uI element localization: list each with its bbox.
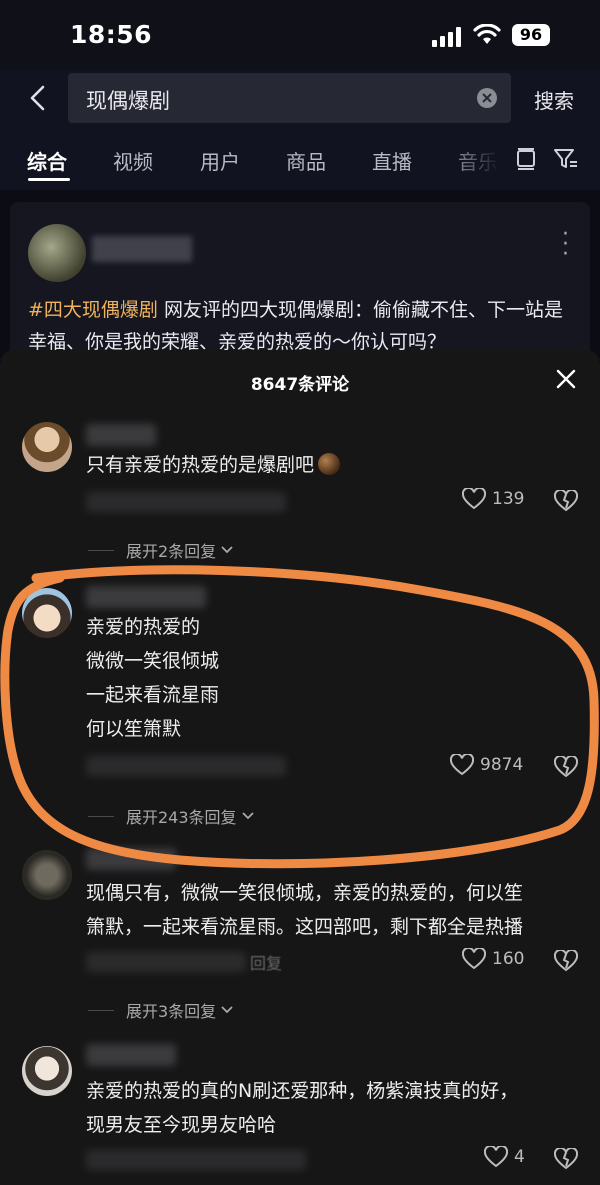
dislike-icon[interactable] — [554, 1148, 578, 1170]
tab-fade-overlay — [440, 130, 500, 190]
tab-comprehensive[interactable]: 综合 — [27, 146, 67, 175]
dislike-icon[interactable] — [554, 490, 578, 512]
reply-link[interactable]: 回复 — [250, 950, 282, 974]
post-text: #四大现偶爆剧 网友评的四大现偶爆剧：偷偷藏不住、下一站是幸福、你是我的荣耀、亲… — [28, 294, 568, 358]
wifi-icon — [473, 24, 501, 44]
clear-icon[interactable] — [477, 88, 497, 108]
like-button[interactable]: 160 — [462, 948, 524, 970]
search-button[interactable]: 搜索 — [534, 85, 574, 114]
close-icon[interactable] — [556, 369, 576, 389]
comments-count-title: 8647条评论 — [250, 375, 350, 395]
like-count: 139 — [492, 489, 525, 509]
heart-icon — [484, 1146, 508, 1168]
tab-products[interactable]: 商品 — [286, 146, 326, 175]
avatar[interactable] — [22, 1046, 72, 1096]
post-card[interactable]: · · · #四大现偶爆剧 网友评的四大现偶爆剧：偷偷藏不住、下一站是幸福、你是我的… — [10, 202, 590, 362]
blurred-username — [86, 1044, 176, 1066]
like-count: 4 — [514, 1147, 525, 1167]
orange-highlight-annotation — [0, 565, 599, 869]
chevron-down-icon — [221, 546, 233, 554]
search-result-post[interactable]: · · · #四大现偶爆剧 网友评的四大现偶爆剧：偷偷藏不住、下一站是幸福、你是我的… — [0, 190, 600, 362]
comment-text: 亲爱的热爱的真的N刷还爱那种，杨紫演技真的好， 现男友至今现男友哈哈 — [86, 1080, 519, 1136]
avatar[interactable] — [28, 224, 86, 282]
like-button[interactable]: 139 — [462, 488, 524, 510]
like-count: 160 — [492, 949, 525, 969]
expand-replies-button[interactable]: 展开2条回复 — [88, 538, 234, 562]
like-button[interactable]: 4 — [484, 1146, 525, 1168]
divider-line — [88, 1009, 114, 1011]
tab-live[interactable]: 直播 — [372, 146, 412, 175]
back-icon[interactable] — [26, 84, 50, 112]
heart-icon — [462, 488, 486, 510]
signal-icon — [432, 27, 464, 47]
divider-line — [88, 549, 114, 551]
blurred-comment-meta — [86, 492, 286, 512]
tab-video[interactable]: 视频 — [113, 146, 153, 175]
tab-bar: 综合 视频 用户 商品 直播 音乐 — [0, 130, 600, 190]
filter-icon[interactable] — [553, 147, 579, 171]
expand-replies-button[interactable]: 展开3条回复 — [88, 998, 234, 1022]
hashtag-link[interactable]: #四大现偶爆剧 — [28, 299, 158, 321]
blurred-username — [92, 236, 192, 262]
search-input[interactable]: 现偶爆剧 — [68, 73, 511, 123]
comment-text: 现偶只有，微微一笑很倾城，亲爱的热爱的，何以笙 箫默，一起来看流星雨。这四部吧，… — [86, 882, 524, 938]
heart-icon — [462, 948, 486, 970]
blurred-username — [86, 424, 156, 446]
status-bar: 18:56 96 — [0, 0, 600, 70]
active-tab-indicator — [28, 178, 70, 181]
tab-list-icon[interactable] — [515, 147, 537, 171]
tab-users[interactable]: 用户 — [200, 146, 240, 175]
avatar[interactable] — [22, 422, 72, 472]
chevron-down-icon — [221, 1006, 233, 1014]
search-query[interactable]: 现偶爆剧 — [86, 85, 170, 115]
comment-text: 只有亲爱的热爱的是爆剧吧 — [86, 448, 341, 482]
more-icon[interactable]: · · · — [562, 224, 569, 266]
blurred-comment-meta — [86, 952, 246, 972]
blurred-comment-meta — [86, 1150, 306, 1170]
battery-indicator: 96 — [512, 24, 550, 46]
dislike-icon[interactable] — [554, 950, 578, 972]
status-time: 18:56 — [70, 20, 153, 49]
search-header: 现偶爆剧 搜索 — [0, 70, 600, 130]
emoji-icon — [318, 453, 341, 475]
